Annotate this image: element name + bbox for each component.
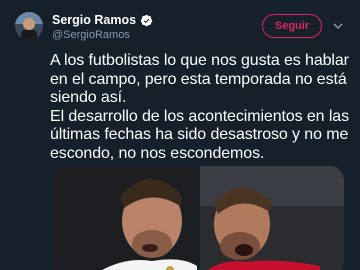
follow-button[interactable]: Seguir bbox=[262, 14, 322, 38]
tweet-header: Sergio Ramos @SergioRamos Seguir bbox=[0, 0, 360, 46]
author-display-name[interactable]: Sergio Ramos bbox=[52, 13, 136, 27]
tweet-card: Sergio Ramos @SergioRamos Seguir A los f… bbox=[0, 0, 360, 270]
chevron-down-icon[interactable] bbox=[333, 21, 343, 31]
tweet-media[interactable] bbox=[52, 166, 344, 270]
media-photo-1[interactable] bbox=[52, 166, 197, 270]
author-handle[interactable]: @SergioRamos bbox=[52, 29, 130, 41]
verified-badge-icon bbox=[140, 14, 153, 26]
author-name-row: Sergio Ramos bbox=[52, 13, 153, 27]
tweet-text: A los futbolistas lo que nos gusta es ha… bbox=[50, 52, 349, 162]
author-avatar[interactable] bbox=[15, 12, 43, 40]
avatar-photo-icon bbox=[15, 12, 43, 40]
player-photo-white-kit-icon bbox=[52, 166, 197, 270]
media-photo-2[interactable] bbox=[199, 166, 344, 270]
player-photo-red-kit-icon bbox=[199, 166, 344, 270]
